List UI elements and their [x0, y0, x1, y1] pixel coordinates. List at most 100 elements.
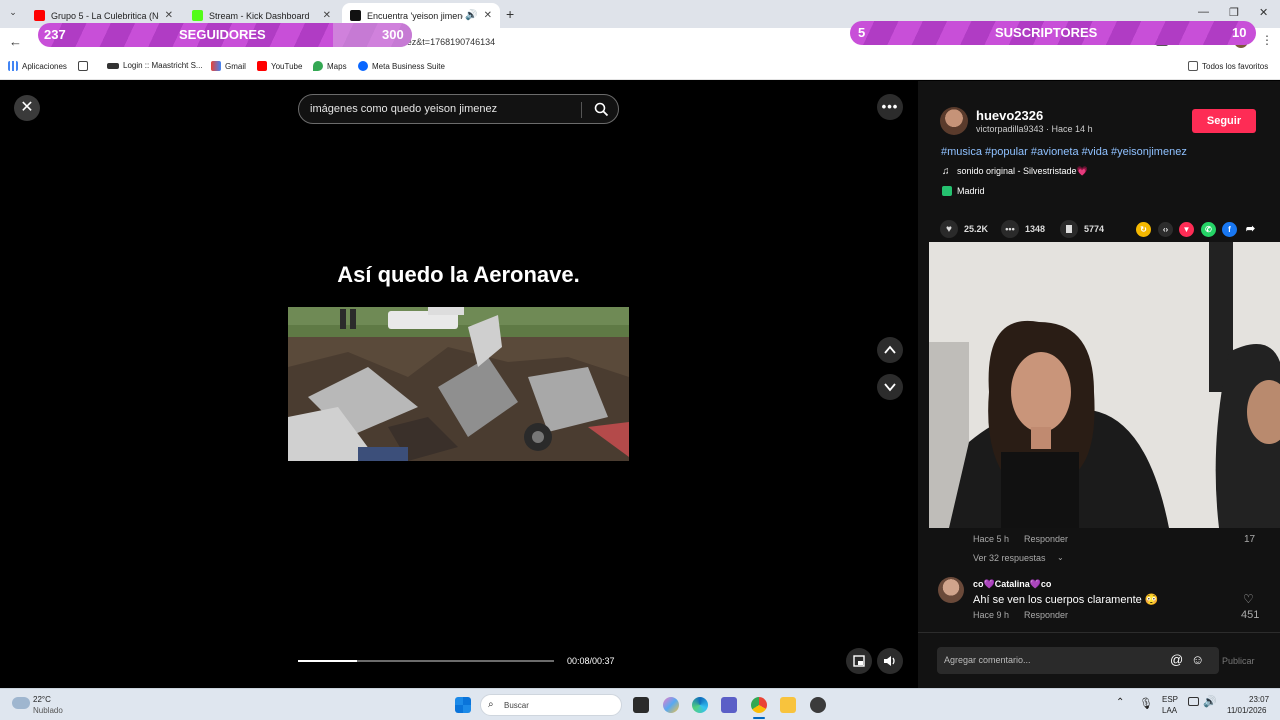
comment-time: Hace 9 h — [973, 610, 1010, 620]
speaker-icon — [884, 656, 895, 666]
copilot-icon[interactable] — [663, 697, 679, 713]
reply-link[interactable]: Responder — [1024, 610, 1068, 620]
bookmark-maastricht[interactable]: Login :: Maastricht S... — [107, 61, 203, 70]
speaker-icon[interactable]: 🔊 — [465, 10, 477, 21]
subscribers-goal-bar: 5 SUSCRIPTORES 10 — [850, 21, 1256, 45]
next-video-button[interactable] — [877, 374, 903, 400]
tab-title: Stream - Kick Dashboard — [209, 10, 310, 21]
clock-date[interactable]: 11/01/2026 — [1227, 706, 1266, 715]
webcam-overlay — [929, 242, 1280, 528]
bookmark-youtube[interactable]: YouTube — [257, 61, 302, 71]
previous-video-button[interactable] — [877, 337, 903, 363]
tab-groups-icon[interactable] — [78, 61, 88, 71]
close-video-button[interactable]: ✕ — [14, 95, 40, 121]
restore-button[interactable]: ❐ — [1229, 6, 1239, 19]
followers-goal: 300 — [382, 27, 404, 42]
video-progress-bar[interactable] — [298, 660, 554, 662]
chrome-icon[interactable] — [751, 697, 767, 713]
bookmark-label: Login :: Maastricht S... — [123, 61, 203, 70]
back-arrow-icon[interactable]: ← — [9, 34, 22, 49]
subscribers-goal: 10 — [1232, 25, 1247, 40]
subscribers-label: SUSCRIPTORES — [995, 25, 1098, 40]
crash-photo — [288, 307, 629, 461]
weather-temperature[interactable]: 22°C — [33, 695, 51, 704]
like-count: 25.2K — [964, 224, 989, 234]
repost-icon[interactable]: ↻ — [1136, 222, 1151, 237]
bookmark-apps[interactable]: Aplicaciones — [8, 61, 67, 71]
author-avatar[interactable] — [940, 107, 968, 135]
new-tab-button[interactable]: + — [506, 6, 514, 22]
network-icon[interactable] — [1188, 697, 1199, 706]
youtube-icon — [257, 61, 267, 71]
embed-icon[interactable]: ‹› — [1158, 222, 1173, 237]
tab-title: Grupo 5 - La Culebritica (Noche — [51, 10, 159, 21]
post-location[interactable]: Madrid — [957, 186, 985, 196]
bookmark-meta[interactable]: Meta Business Suite — [358, 61, 445, 71]
comment-time: Hace 5 h — [973, 534, 1010, 544]
taskbar-search-box[interactable]: ⌕ Buscar — [480, 694, 622, 716]
send-icon[interactable]: ▼ — [1179, 222, 1194, 237]
browser-menu-icon[interactable]: ⋮ — [1261, 33, 1273, 47]
windows-start-icon[interactable] — [455, 697, 471, 713]
bookmark-label: Gmail — [225, 61, 246, 71]
close-window-button[interactable]: ✕ — [1259, 6, 1268, 19]
follow-button[interactable]: Seguir — [1192, 109, 1256, 133]
post-hashtags[interactable]: #musica #popular #avioneta #vida #yeison… — [941, 146, 1187, 158]
video-search-box[interactable]: imágenes como quedo yeison jimenez — [298, 94, 619, 124]
post-sound[interactable]: sonido original - Silvestristade💗 — [957, 166, 1088, 177]
tray-chevron-up-icon[interactable]: ⌃ — [1116, 697, 1124, 708]
bookmark-maps[interactable]: Maps — [313, 61, 347, 71]
comment-input-placeholder: Agregar comentario... — [944, 655, 1031, 665]
microphone-icon[interactable]: 🎙 — [1139, 697, 1153, 710]
emoji-icon[interactable]: ☺ — [1191, 652, 1204, 667]
tab-list-dropdown[interactable]: ⌄ — [6, 7, 20, 21]
commenter-avatar[interactable] — [938, 577, 964, 603]
close-tab-icon[interactable]: ✕ — [323, 10, 331, 21]
windows-taskbar: 22°C Nublado ⌕ Buscar ⌃ 🎙 ESP LAA 🔊 23:0… — [0, 688, 1280, 720]
volume-button[interactable] — [877, 648, 903, 674]
close-tab-icon[interactable]: ✕ — [484, 10, 492, 21]
video-caption: Así quedo la Aeronave. — [337, 262, 580, 287]
mini-player-button[interactable] — [846, 648, 872, 674]
keyboard-language-top[interactable]: ESP — [1162, 695, 1178, 704]
edge-icon[interactable] — [692, 697, 708, 713]
task-view-icon[interactable] — [633, 697, 649, 713]
teams-icon[interactable] — [721, 697, 737, 713]
heart-outline-icon[interactable]: ♡ — [1243, 592, 1254, 606]
all-favorites[interactable]: Todos los favoritos — [1188, 61, 1268, 71]
comment-input[interactable]: Agregar comentario... @ ☺ — [937, 647, 1219, 674]
active-app-indicator — [753, 717, 765, 719]
search-input[interactable]: imágenes como quedo yeison jimenez — [310, 103, 497, 115]
taskbar-search-label: Buscar — [504, 701, 529, 710]
whatsapp-icon[interactable]: ✆ — [1201, 222, 1216, 237]
save-stat[interactable]: 5774 — [1060, 220, 1104, 238]
bookmark-icon — [1060, 220, 1078, 238]
comment-stat[interactable]: ••• 1348 — [1001, 220, 1045, 238]
obs-icon[interactable] — [810, 697, 826, 713]
author-username[interactable]: huevo2326 — [976, 108, 1043, 123]
publish-button[interactable]: Publicar — [1222, 656, 1255, 666]
music-note-icon: ♫ — [942, 166, 950, 177]
mention-icon[interactable]: @ — [1170, 652, 1183, 667]
file-explorer-icon[interactable] — [780, 697, 796, 713]
like-stat[interactable]: ♥ 25.2K — [940, 220, 988, 238]
kick-icon — [192, 10, 203, 21]
facebook-icon[interactable]: f — [1222, 222, 1237, 237]
close-tab-icon[interactable]: ✕ — [165, 10, 173, 21]
view-replies-link[interactable]: Ver 32 respuestas — [973, 553, 1046, 563]
folder-icon — [1188, 61, 1198, 71]
comment-count: 1348 — [1025, 224, 1046, 234]
clock-time[interactable]: 23:07 — [1249, 695, 1269, 704]
volume-icon[interactable]: 🔊 — [1203, 695, 1217, 708]
share-arrow-icon[interactable]: ➦ — [1243, 222, 1258, 237]
search-icon[interactable] — [594, 102, 609, 117]
commenter-username[interactable]: co💜Catalina💜co — [973, 579, 1051, 590]
weather-cloud-icon[interactable] — [12, 697, 30, 709]
more-options-button[interactable]: ••• — [877, 94, 903, 120]
followers-count: 237 — [44, 27, 66, 42]
bookmark-gmail[interactable]: Gmail — [211, 61, 246, 71]
video-time: 00:08/00:37 — [567, 656, 615, 666]
reply-link[interactable]: Responder — [1024, 534, 1068, 544]
minimize-button[interactable]: — — [1198, 6, 1209, 18]
comment-text: Ahí se ven los cuerpos claramente 😳 — [973, 594, 1159, 606]
